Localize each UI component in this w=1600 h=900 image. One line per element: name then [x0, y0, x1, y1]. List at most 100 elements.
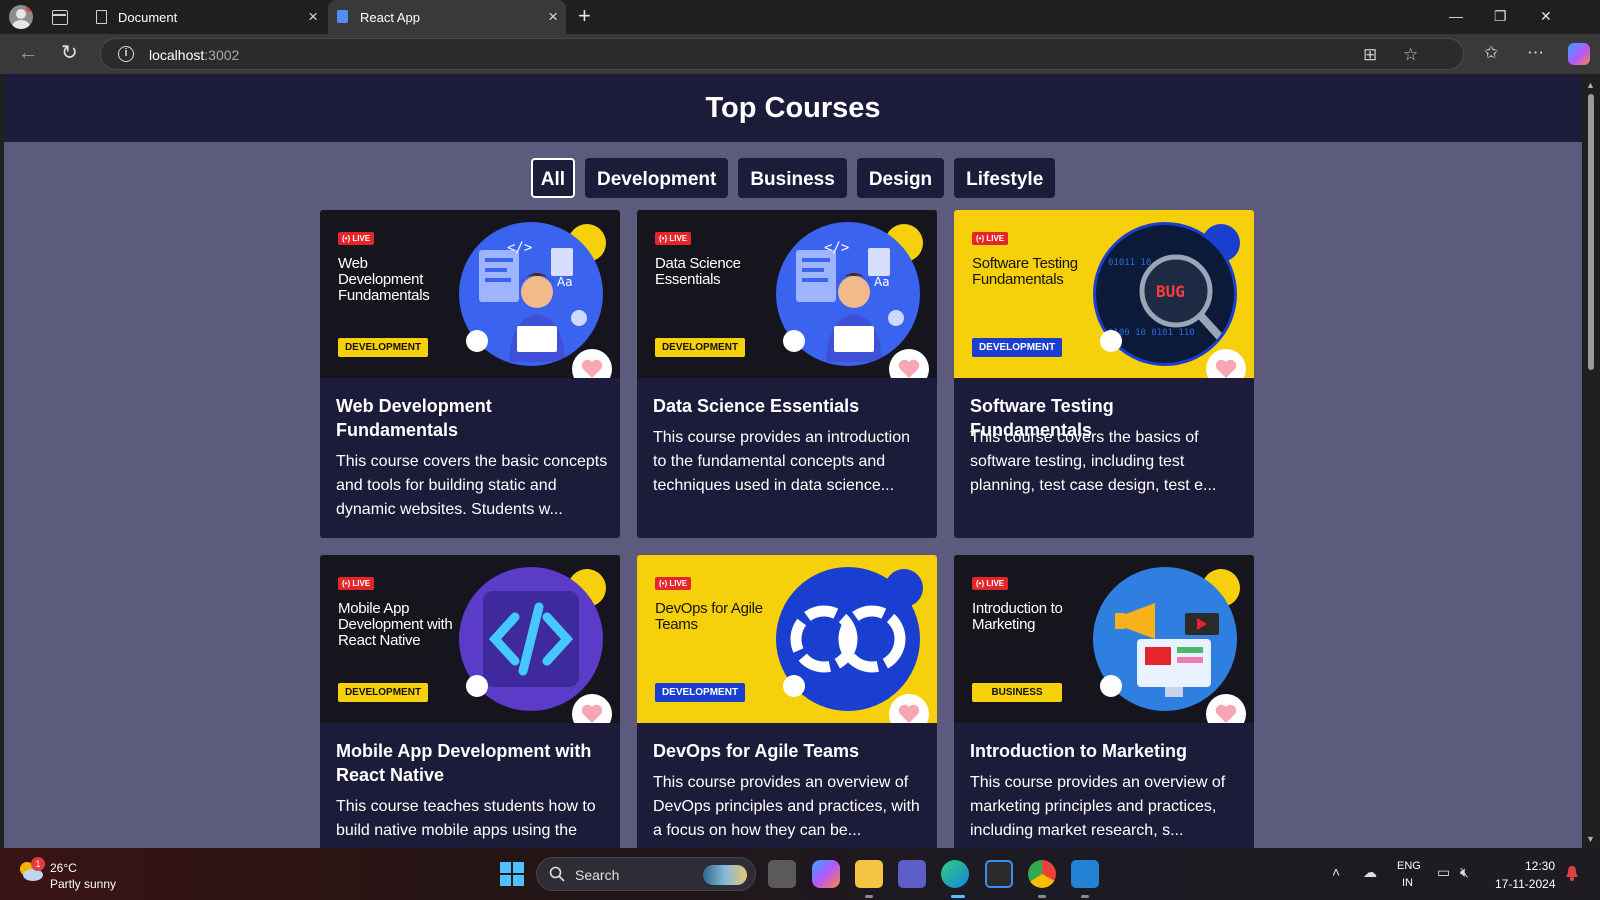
- course-card[interactable]: (•) LIVE Data Science Essentials DEVELOP…: [637, 210, 937, 538]
- react-app-favicon-icon: [337, 10, 348, 23]
- tab-document[interactable]: Document ×: [86, 0, 326, 34]
- favorite-heart-button[interactable]: [889, 694, 929, 723]
- new-tab-button[interactable]: +: [578, 4, 591, 28]
- filter-business-button[interactable]: Business: [738, 158, 847, 198]
- restore-button[interactable]: ❐: [1494, 8, 1507, 25]
- thumbnail-title: Data Science Essentials: [655, 255, 741, 288]
- page-header: Top Courses: [4, 74, 1582, 142]
- notification-bell-icon[interactable]: [1565, 865, 1579, 881]
- course-description: This course teaches students how to buil…: [336, 798, 596, 839]
- close-window-button[interactable]: ✕: [1540, 8, 1552, 25]
- tab-close-icon[interactable]: ×: [548, 8, 558, 25]
- browser-toolbar: ← ↻ i localhost:3002 ⊞ ☆ ✩ ⋯: [0, 34, 1600, 74]
- course-thumbnail: (•) LIVE Introduction to Marketing BUSIN…: [954, 555, 1254, 723]
- live-badge: (•) LIVE: [655, 577, 692, 590]
- weather-temperature[interactable]: 26°C: [50, 861, 77, 875]
- network-icon[interactable]: ▭: [1437, 864, 1450, 881]
- app-available-icon[interactable]: ⊞: [1363, 45, 1377, 65]
- windows-start-icon[interactable]: [500, 862, 524, 886]
- course-title[interactable]: Mobile App Development with React Native: [336, 739, 604, 787]
- onedrive-cloud-icon[interactable]: ☁: [1363, 864, 1377, 881]
- heart-icon: [1215, 359, 1237, 378]
- live-badge: (•) LIVE: [972, 577, 1009, 590]
- address-bar[interactable]: i localhost:3002 ⊞ ☆: [100, 38, 1464, 70]
- microsoft-store-icon[interactable]: [985, 860, 1013, 888]
- file-explorer-icon[interactable]: [855, 860, 883, 888]
- live-badge: (•) LIVE: [338, 577, 375, 590]
- svg-text:</>: </>: [824, 240, 849, 256]
- course-description: This course provides an overview of DevO…: [653, 774, 920, 839]
- clock-date[interactable]: 17-11-2024: [1495, 877, 1556, 891]
- active-app-indicator: [951, 895, 965, 898]
- decor-dot: [466, 330, 488, 352]
- course-thumbnail: (•) LIVE Web Development Fundamentals DE…: [320, 210, 620, 378]
- favorites-icon[interactable]: ✩: [1484, 43, 1498, 63]
- task-view-icon[interactable]: [768, 860, 796, 888]
- minimize-button[interactable]: —: [1449, 8, 1463, 24]
- running-indicator: [1081, 895, 1089, 898]
- scroll-down-arrow-icon[interactable]: ▼: [1586, 834, 1595, 844]
- category-tag: DEVELOPMENT: [338, 338, 428, 357]
- course-thumbnail: (•) LIVE Software Testing Fundamentals D…: [954, 210, 1254, 378]
- filter-lifestyle-button[interactable]: Lifestyle: [954, 158, 1056, 198]
- reload-icon[interactable]: ↻: [61, 42, 78, 64]
- course-title[interactable]: Web Development Fundamentals: [336, 394, 604, 442]
- input-region[interactable]: IN: [1402, 877, 1413, 889]
- favorite-heart-button[interactable]: [572, 349, 612, 378]
- thumbnail-title: Mobile App Development with React Native: [338, 600, 453, 649]
- input-language[interactable]: ENG: [1397, 860, 1421, 872]
- url-text[interactable]: localhost:3002: [149, 47, 239, 63]
- favorite-heart-button[interactable]: [572, 694, 612, 723]
- page-title: Top Courses: [705, 92, 881, 124]
- filter-development-button[interactable]: Development: [585, 158, 729, 198]
- teams-icon[interactable]: [898, 860, 926, 888]
- course-title[interactable]: Introduction to Marketing: [970, 739, 1238, 763]
- decor-dot: [783, 675, 805, 697]
- url-port: :3002: [204, 47, 240, 63]
- filter-design-button[interactable]: Design: [856, 158, 945, 198]
- running-indicator: [1038, 895, 1046, 898]
- edge-browser-icon[interactable]: [941, 860, 969, 888]
- course-card[interactable]: (•) LIVE Introduction to Marketing BUSIN…: [954, 555, 1254, 848]
- clock-time[interactable]: 12:30: [1525, 859, 1555, 873]
- course-card[interactable]: (•) LIVE DevOps for Agile Teams DEVELOPM…: [637, 555, 937, 848]
- windows-taskbar: 1 26°C Partly sunny Search ˄ ☁ ENG IN ▭ …: [0, 848, 1600, 900]
- page-scrollbar[interactable]: ▲ ▼: [1582, 74, 1600, 848]
- category-tag: DEVELOPMENT: [338, 683, 428, 702]
- course-card[interactable]: (•) LIVE Mobile App Development with Rea…: [320, 555, 620, 848]
- favorite-heart-button[interactable]: [889, 349, 929, 378]
- svg-text:Aa: Aa: [874, 275, 890, 289]
- favorite-heart-button[interactable]: [1206, 349, 1246, 378]
- tab-close-icon[interactable]: ×: [308, 8, 318, 25]
- filter-all-button[interactable]: All: [530, 158, 576, 198]
- svg-text:BUG: BUG: [1156, 282, 1185, 301]
- search-icon: [549, 866, 565, 882]
- show-hidden-icons-chevron-icon[interactable]: ˄: [1332, 864, 1340, 880]
- decor-dot: [783, 330, 805, 352]
- copilot-icon[interactable]: [1568, 43, 1590, 65]
- course-title[interactable]: Data Science Essentials: [653, 394, 921, 418]
- tab-react-app[interactable]: React App ×: [328, 0, 566, 34]
- speaker-muted-icon[interactable]: 🔇︎: [1460, 864, 1469, 881]
- chrome-icon[interactable]: [1028, 860, 1056, 888]
- course-description: This course provides an introduction to …: [653, 429, 911, 494]
- taskbar-search-box[interactable]: Search: [536, 857, 756, 891]
- copilot-app-icon[interactable]: [812, 860, 840, 888]
- site-info-icon[interactable]: i: [118, 46, 134, 62]
- weather-notification-badge: 1: [31, 857, 45, 871]
- favorite-heart-button[interactable]: [1206, 694, 1246, 723]
- tab-actions-icon[interactable]: [50, 7, 70, 27]
- back-arrow-icon[interactable]: ←: [18, 42, 38, 64]
- favorite-star-icon[interactable]: ☆: [1403, 45, 1418, 65]
- heart-icon: [581, 704, 603, 723]
- scrollbar-thumb[interactable]: [1588, 94, 1594, 370]
- weather-condition[interactable]: Partly sunny: [50, 877, 116, 891]
- course-card[interactable]: (•) LIVE Software Testing Fundamentals D…: [954, 210, 1254, 538]
- course-card[interactable]: (•) LIVE Web Development Fundamentals DE…: [320, 210, 620, 538]
- vscode-icon[interactable]: [1071, 860, 1099, 888]
- scroll-up-arrow-icon[interactable]: ▲: [1586, 80, 1595, 90]
- category-tag: DEVELOPMENT: [655, 338, 745, 357]
- profile-avatar-icon[interactable]: [9, 5, 33, 29]
- course-title[interactable]: DevOps for Agile Teams: [653, 739, 921, 763]
- more-options-icon[interactable]: ⋯: [1527, 43, 1544, 63]
